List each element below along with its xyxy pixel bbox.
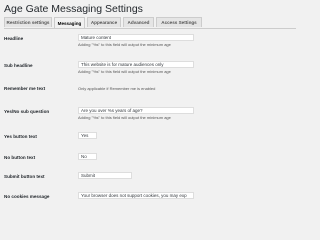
headline-description: Adding "%s" to this field will output th…	[78, 42, 171, 47]
no-cookies-label: No cookies message	[4, 194, 50, 199]
tab-appearance[interactable]: Appearance	[87, 17, 121, 27]
tab-restriction-settings[interactable]: Restriction settings	[4, 17, 52, 27]
no-button-input[interactable]: No	[78, 153, 97, 160]
submit-button-input[interactable]: Submit	[78, 172, 132, 179]
page-title: Age Gate Messaging Settings	[4, 3, 143, 15]
yes-no-question-description: Adding "%s" to this field will output th…	[78, 115, 171, 120]
yes-button-label: Yes button text	[4, 134, 37, 139]
yes-button-input[interactable]: Yes	[78, 132, 97, 139]
submit-button-label: Submit button text	[4, 174, 45, 179]
headline-input[interactable]: Mature content	[78, 34, 194, 41]
yes-no-question-label: Yes/No sub question	[4, 109, 50, 114]
headline-label: Headline	[4, 36, 24, 41]
sub-headline-input[interactable]: This website is for mature audiences onl…	[78, 61, 194, 68]
tab-access-settings[interactable]: Access Settings	[156, 17, 202, 27]
tab-messaging[interactable]: Messaging	[54, 17, 85, 28]
remember-me-label: Remember me text	[4, 86, 46, 91]
tab-advanced[interactable]: Advanced	[123, 17, 154, 27]
remember-me-description: Only applicable if Remember me is enable…	[78, 86, 156, 91]
no-button-label: No button text	[4, 155, 36, 160]
no-cookies-input[interactable]: Your browser does not support cookies, y…	[78, 192, 194, 199]
yes-no-question-input[interactable]: Are you over %s years of age?	[78, 107, 194, 114]
sub-headline-label: Sub headline	[4, 63, 33, 68]
sub-headline-description: Adding "%s" to this field will output th…	[78, 69, 171, 74]
settings-tabs: Restriction settings Messaging Appearanc…	[4, 17, 296, 29]
